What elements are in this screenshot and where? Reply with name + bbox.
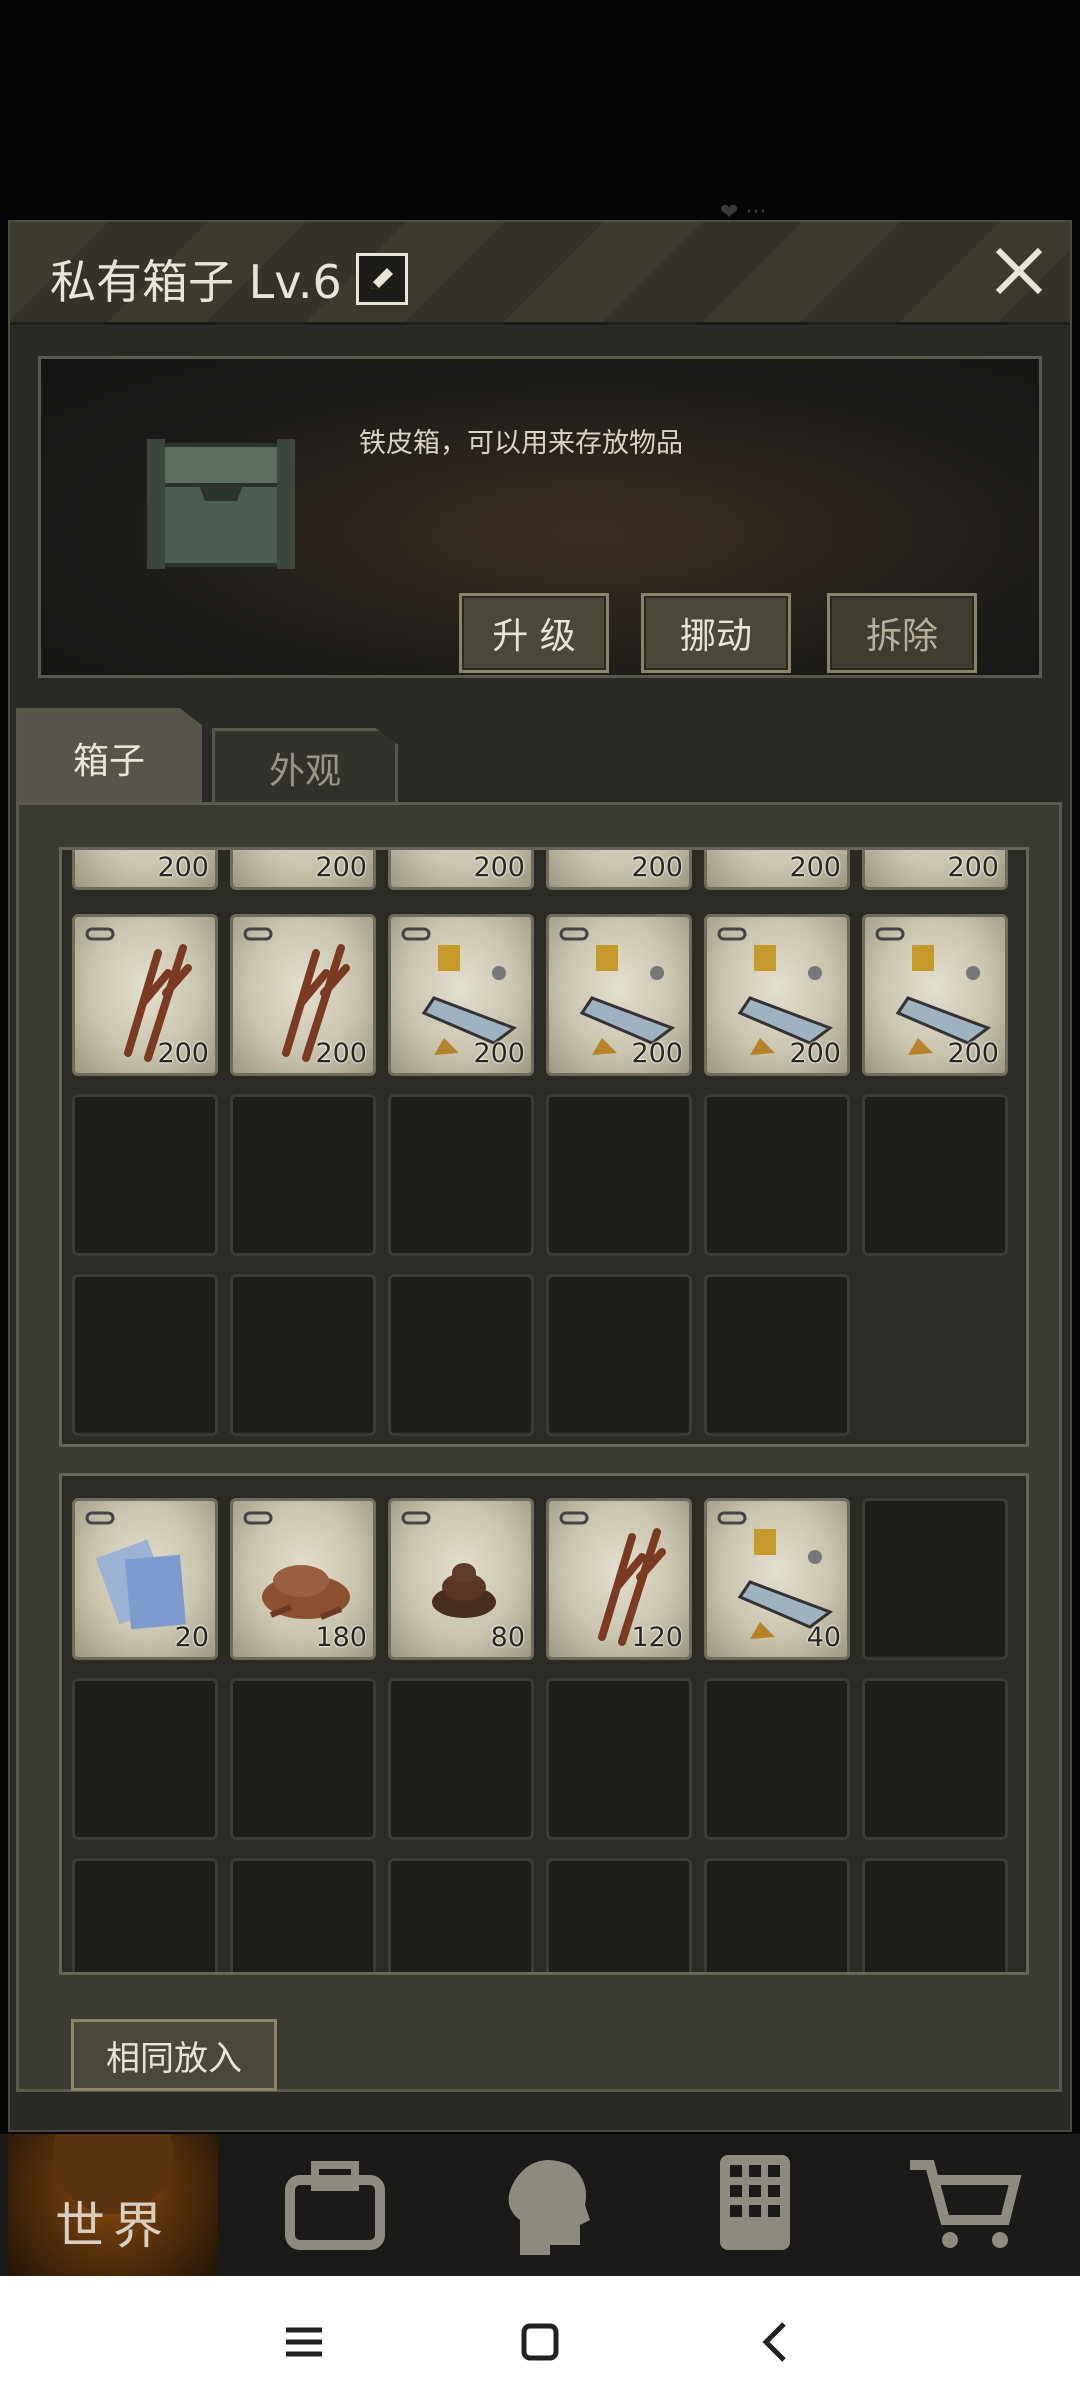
nav-crafting[interactable]	[650, 2134, 860, 2276]
nav-world-label: 世界	[55, 2197, 171, 2255]
empty-slot[interactable]	[230, 1858, 376, 1972]
empty-slot[interactable]	[862, 1094, 1008, 1256]
empty-slot[interactable]	[72, 1274, 218, 1436]
item-slot[interactable]: 200	[72, 914, 218, 1076]
empty-slot[interactable]	[230, 1678, 376, 1840]
home-icon[interactable]	[510, 2312, 570, 2372]
system-navigation-bar	[0, 2276, 1080, 2400]
nav-shop[interactable]	[860, 2134, 1070, 2276]
empty-slot[interactable]	[72, 1678, 218, 1840]
empty-slot[interactable]	[704, 1858, 850, 1972]
empty-slot[interactable]	[546, 1094, 692, 1256]
item-slot[interactable]: 180	[230, 1498, 376, 1660]
panel-title: 私有箱子 Lv.6	[50, 246, 408, 312]
item-slot[interactable]: 200	[388, 850, 534, 890]
item-slot[interactable]: 200	[230, 850, 376, 890]
empty-slot[interactable]	[862, 1678, 1008, 1840]
box-item-grid[interactable]: 200 200 200 200 200 200 200 200 200 200 …	[59, 847, 1029, 1447]
tab-appearance[interactable]: 外观	[212, 728, 398, 804]
dismantle-button[interactable]: 拆除	[827, 593, 977, 673]
item-slot[interactable]: 200	[546, 914, 692, 1076]
box-info-section: 铁皮箱，可以用来存放物品 升 级 挪动 拆除	[38, 356, 1042, 678]
title-bar: 私有箱子 Lv.6	[10, 222, 1070, 325]
put-same-items-button[interactable]: 相同放入	[71, 2019, 277, 2091]
close-icon[interactable]	[988, 240, 1050, 302]
empty-slot[interactable]	[546, 1274, 692, 1436]
back-icon[interactable]	[746, 2312, 806, 2372]
empty-slot[interactable]	[72, 1094, 218, 1256]
upgrade-button[interactable]: 升 级	[459, 593, 609, 673]
private-box-panel: 私有箱子 Lv.6 铁皮箱，可以用来存放物品 升 级 挪动 拆除 箱子 外观 2…	[8, 220, 1072, 2132]
item-slot[interactable]: 200	[704, 850, 850, 890]
empty-slot[interactable]	[704, 1678, 850, 1840]
building-grid-icon	[720, 2155, 790, 2250]
empty-slot[interactable]	[546, 1858, 692, 1972]
item-slot[interactable]: 80	[388, 1498, 534, 1660]
empty-slot[interactable]	[388, 1094, 534, 1256]
item-slot[interactable]: 120	[546, 1498, 692, 1660]
empty-slot[interactable]	[862, 1858, 1008, 1972]
empty-slot[interactable]	[704, 1274, 850, 1436]
panel-title-text: 私有箱子 Lv.6	[50, 255, 342, 309]
head-profile-icon	[508, 2160, 590, 2255]
empty-slot[interactable]	[230, 1094, 376, 1256]
empty-slot[interactable]	[72, 1858, 218, 1972]
item-slot[interactable]: 200	[230, 914, 376, 1076]
item-slot[interactable]: 20	[72, 1498, 218, 1660]
nav-world[interactable]: 世界	[8, 2134, 218, 2276]
item-slot[interactable]: 40	[704, 1498, 850, 1660]
edit-name-icon[interactable]	[355, 253, 408, 305]
empty-slot[interactable]	[230, 1274, 376, 1436]
menu-icon[interactable]	[274, 2312, 334, 2372]
empty-slot[interactable]	[546, 1678, 692, 1840]
game-bottom-nav: 世界	[0, 2134, 1080, 2276]
empty-slot[interactable]	[388, 1678, 534, 1840]
item-slot[interactable]: 200	[546, 850, 692, 890]
item-slot[interactable]: 200	[388, 914, 534, 1076]
storage-area: 200 200 200 200 200 200 200 200 200 200 …	[16, 802, 1062, 2092]
nav-character[interactable]	[440, 2134, 650, 2276]
item-slot[interactable]: 200	[72, 850, 218, 890]
item-slot[interactable]: 200	[862, 850, 1008, 890]
empty-slot[interactable]	[704, 1094, 850, 1256]
empty-slot[interactable]	[388, 1274, 534, 1436]
item-slot[interactable]: 200	[704, 914, 850, 1076]
iron-chest-icon	[147, 439, 295, 569]
backpack-item-grid[interactable]: 20 180 80 120 40	[59, 1473, 1029, 1975]
move-button[interactable]: 挪动	[641, 593, 791, 673]
empty-slot[interactable]	[388, 1858, 534, 1972]
empty-slot[interactable]	[862, 1498, 1008, 1660]
backpack-icon	[285, 2161, 385, 2250]
nav-backpack[interactable]	[230, 2134, 440, 2276]
tab-box[interactable]: 箱子	[16, 708, 202, 804]
shopping-cart-icon	[910, 2160, 1022, 2248]
box-description: 铁皮箱，可以用来存放物品	[359, 428, 683, 459]
item-slot[interactable]: 200	[862, 914, 1008, 1076]
